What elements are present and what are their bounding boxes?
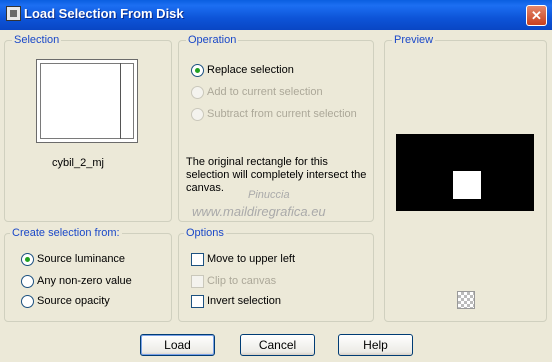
thumbnail-divider: [120, 63, 121, 139]
clip-to-canvas-label[interactable]: Clip to canvas: [207, 275, 276, 287]
operation-legend: Operation: [186, 34, 239, 46]
help-button[interactable]: Help: [338, 334, 413, 356]
subtract-selection-radio[interactable]: [191, 108, 204, 121]
app-icon: [6, 6, 21, 21]
source-luminance-radio[interactable]: [21, 253, 34, 266]
source-opacity-radio[interactable]: [21, 295, 34, 308]
selection-filename: cybil_2_mj: [52, 157, 104, 169]
replace-selection-radio[interactable]: [191, 64, 204, 77]
add-selection-radio[interactable]: [191, 86, 204, 99]
transparency-checker-icon[interactable]: [457, 291, 475, 309]
watermark-url: www.maildiregrafica.eu: [192, 204, 326, 219]
load-button[interactable]: Load: [140, 334, 215, 356]
title-bar: Load Selection From Disk ✕: [0, 0, 552, 30]
source-luminance-label[interactable]: Source luminance: [37, 253, 125, 265]
invert-selection-checkbox[interactable]: [191, 295, 204, 308]
cancel-button[interactable]: Cancel: [240, 334, 315, 356]
create-from-legend: Create selection from:: [10, 227, 122, 239]
add-selection-label[interactable]: Add to current selection: [207, 86, 323, 98]
selection-thumbnail[interactable]: [36, 59, 138, 143]
move-upper-left-checkbox[interactable]: [191, 253, 204, 266]
preview-selection-shape: [453, 171, 481, 199]
subtract-selection-label[interactable]: Subtract from current selection: [207, 108, 357, 120]
window-title: Load Selection From Disk: [24, 6, 184, 21]
preview-canvas: [396, 134, 534, 211]
preview-legend: Preview: [392, 34, 436, 46]
options-legend: Options: [184, 227, 226, 239]
move-upper-left-label[interactable]: Move to upper left: [207, 253, 295, 265]
invert-selection-label[interactable]: Invert selection: [207, 295, 281, 307]
any-nonzero-label[interactable]: Any non-zero value: [37, 275, 132, 287]
source-opacity-label[interactable]: Source opacity: [37, 295, 110, 307]
selection-legend: Selection: [12, 34, 62, 46]
clip-to-canvas-checkbox[interactable]: [191, 275, 204, 288]
close-button[interactable]: ✕: [526, 5, 547, 26]
watermark-name: Pinuccia: [248, 189, 290, 201]
any-nonzero-radio[interactable]: [21, 275, 34, 288]
replace-selection-label[interactable]: Replace selection: [207, 64, 294, 76]
